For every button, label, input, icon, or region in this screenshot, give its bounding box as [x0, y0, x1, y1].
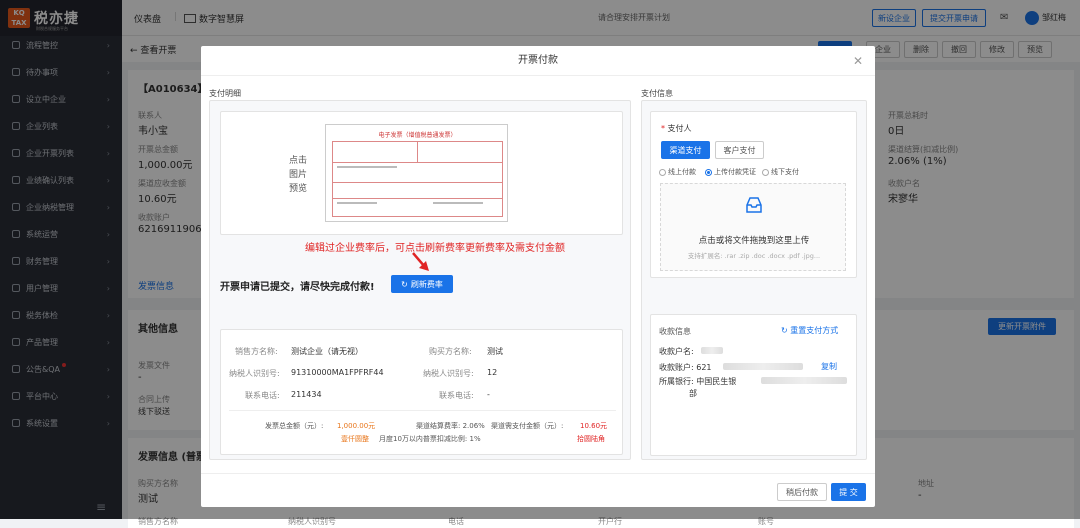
- refresh-icon: ↻: [401, 279, 408, 289]
- receive-panel: 收款信息 ↻ 重置支付方式 收款户名: 收款账户: 621 复制 所属银行: 中…: [650, 314, 857, 456]
- payer-label: * 支付人: [661, 124, 692, 133]
- upload-text: 点击或将文件拖拽到这里上传: [698, 236, 810, 246]
- preview-hint-line-1: 点击: [289, 156, 308, 166]
- buyer-phone-label: 联系电话:: [439, 391, 474, 400]
- radio-online-label: 线上付款: [668, 168, 696, 176]
- seller-tax-label: 纳税人识别号:: [229, 369, 280, 378]
- seller-name-label: 销售方名称:: [235, 347, 278, 356]
- radio-offline-circle: [762, 168, 769, 176]
- rate-edit-note: 编辑过企业费率后，可点击刷新费率更新费率及需支付金额: [305, 243, 565, 254]
- need-pay-value: 10.60元: [580, 422, 608, 430]
- buyer-tax-value: 12: [487, 368, 498, 377]
- submit-button[interactable]: 提 交: [831, 483, 866, 501]
- buyer-phone-value: -: [487, 390, 490, 399]
- recv-acc-redacted: [723, 363, 803, 370]
- upload-dropzone[interactable]: 点击或将文件拖拽到这里上传 支持扩展名: .rar .zip .doc .doc…: [660, 183, 846, 271]
- radio-upload[interactable]: 上传付款凭证: [705, 167, 756, 177]
- refresh-rate-label: 刷新费率: [410, 279, 443, 289]
- buyer-name-label: 购买方名称:: [429, 347, 472, 356]
- recv-acc-label: 收款账户: 621: [659, 363, 712, 372]
- footer-divider: [201, 473, 875, 474]
- buyer-name-value: 测试: [487, 347, 503, 356]
- bank-redacted: [761, 377, 847, 384]
- bank-tail: 部: [689, 389, 697, 398]
- submitted-text: 开票申请已提交，请尽快完成付款!: [220, 282, 375, 293]
- recv-name-redacted: [701, 347, 723, 354]
- payer-channel-button[interactable]: 渠道支付: [661, 141, 710, 159]
- radio-upload-circle: [705, 168, 712, 176]
- invoice-total-label: 发票总金额（元）:: [265, 422, 324, 430]
- invoice-total-value: 1,000.00元: [337, 422, 376, 430]
- modal-title: 开票付款: [201, 46, 875, 76]
- radio-offline-label: 线下支付: [771, 168, 799, 176]
- seller-phone-label: 联系电话:: [245, 391, 280, 400]
- radio-upload-label: 上传付款凭证: [714, 168, 756, 176]
- bank-label: 所属银行: 中国民生银: [659, 377, 737, 386]
- seller-phone-value: 211434: [291, 390, 322, 399]
- preview-hint-line-2: 图片: [289, 170, 308, 180]
- reset-pay-label: 重置支付方式: [790, 326, 839, 335]
- preview-hint[interactable]: 点击 图片 预览: [289, 154, 307, 196]
- arrow-down-icon: [412, 252, 429, 271]
- radio-offline[interactable]: 线下支付: [762, 167, 799, 177]
- pay-later-button[interactable]: 稍后付款: [777, 483, 827, 501]
- reset-icon: ↻: [781, 326, 791, 335]
- payment-info-title: 支付信息: [641, 89, 673, 98]
- divider: [229, 410, 616, 411]
- inbox-icon: [746, 197, 762, 213]
- payer-label-text: 支付人: [667, 124, 692, 133]
- radio-online-circle: [659, 168, 666, 176]
- need-pay-label: 渠道需支付金额（元）:: [491, 422, 564, 430]
- seller-name-value: 测试企业（请无视）: [291, 347, 363, 356]
- settle-rate: 渠道结算费率: 2.06%: [416, 422, 485, 430]
- buyer-tax-label: 纳税人识别号:: [423, 369, 474, 378]
- seller-tax-value: 91310000MA1FPFRF44: [291, 368, 384, 377]
- upload-ext: 支持扩展名: .rar .zip .doc .docx .pdf .jpg...: [687, 252, 821, 260]
- refresh-rate-button[interactable]: ↻ 刷新费率: [391, 275, 453, 293]
- invoice-total-cn: 壹仟圆整: [341, 435, 369, 443]
- payment-modal: 开票付款 ✕ 支付明细 支付信息 点击 图片 预览 电子发票（增值税普通发票） …: [201, 46, 875, 507]
- copy-link[interactable]: 复制: [821, 361, 837, 372]
- recv-name-label: 收款户名:: [659, 347, 694, 356]
- party-info-panel: 销售方名称: 测试企业（请无视） 购买方名称: 测试 纳税人识别号: 91310…: [220, 329, 623, 455]
- radio-online[interactable]: 线上付款: [659, 167, 696, 177]
- invoice-thumbnail[interactable]: 电子发票（增值税普通发票）: [325, 124, 508, 222]
- preview-hint-line-3: 预览: [289, 184, 308, 194]
- close-icon[interactable]: ✕: [853, 54, 863, 68]
- receive-info-title: 收款信息: [659, 327, 691, 336]
- payer-customer-button[interactable]: 客户支付: [715, 141, 764, 159]
- invoice-thumb-title: 电子发票（增值税普通发票）: [378, 132, 457, 139]
- payment-detail-title: 支付明细: [209, 89, 241, 98]
- need-pay-cn: 拾圆陆角: [577, 435, 605, 443]
- deduct-rate: 月度10万以内普票扣减比例: 1%: [379, 435, 481, 443]
- invoice-thumb-body: [332, 141, 503, 217]
- reset-pay-link[interactable]: ↻ 重置支付方式: [781, 325, 838, 336]
